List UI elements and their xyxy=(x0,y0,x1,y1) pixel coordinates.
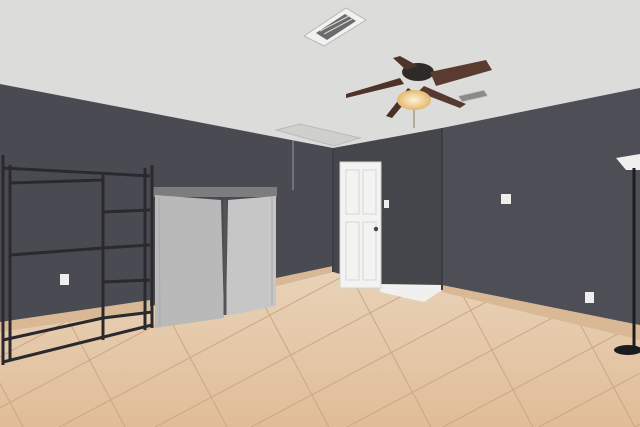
wall-outlet-left[interactable] xyxy=(60,274,69,285)
fan-light xyxy=(397,90,431,110)
door-knob[interactable] xyxy=(373,226,379,232)
light-switch[interactable] xyxy=(384,200,389,208)
interior-door[interactable] xyxy=(339,161,382,289)
wall-outlet-right[interactable] xyxy=(501,194,511,204)
wardrobe xyxy=(153,187,277,328)
room-illustration xyxy=(0,0,640,427)
wall-outlet-lower-right[interactable] xyxy=(585,292,594,303)
room-photo xyxy=(0,0,640,427)
